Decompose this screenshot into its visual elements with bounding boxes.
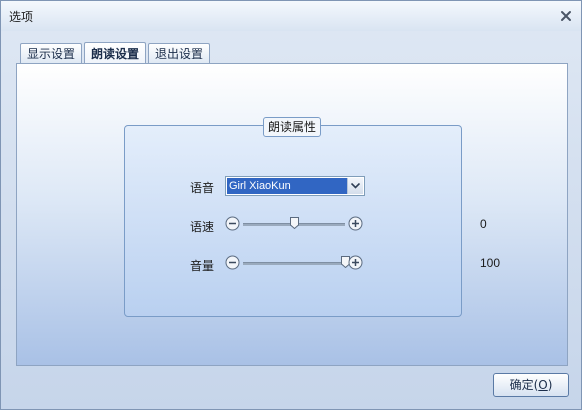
minus-circle-icon[interactable] bbox=[225, 255, 240, 270]
ok-mnemonic: O bbox=[538, 378, 548, 392]
title-bar: 选项 bbox=[1, 1, 581, 31]
group-title: 朗读属性 bbox=[263, 117, 322, 137]
tab-reading-settings[interactable]: 朗读设置 bbox=[84, 42, 147, 65]
speed-label: 语速 bbox=[190, 220, 215, 234]
minus-circle-icon[interactable] bbox=[225, 216, 240, 231]
voice-select-value: Girl XiaoKun bbox=[227, 178, 347, 194]
volume-value: 100 bbox=[480, 256, 501, 270]
speed-thumb[interactable] bbox=[290, 217, 299, 229]
tab-strip: 显示设置 朗读设置 退出设置 bbox=[20, 42, 212, 65]
tab-panel: 朗读属性 语音 Girl XiaoKun 语速 0 音量 100 bbox=[16, 63, 568, 366]
ok-button[interactable]: 确定(O) bbox=[493, 373, 569, 397]
voice-label: 语音 bbox=[190, 181, 215, 195]
ok-button-label: 确定 bbox=[509, 378, 534, 392]
chevron-down-icon[interactable] bbox=[347, 178, 363, 194]
ok-mnemonic-close: ) bbox=[547, 378, 553, 392]
voice-select[interactable]: Girl XiaoKun bbox=[225, 176, 365, 196]
plus-circle-icon[interactable] bbox=[348, 216, 363, 231]
options-dialog: 选项 显示设置 朗读设置 退出设置 朗读属性 语音 Girl XiaoKun 语… bbox=[0, 0, 582, 410]
tab-exit-settings[interactable]: 退出设置 bbox=[148, 43, 211, 64]
tab-display-settings[interactable]: 显示设置 bbox=[20, 43, 83, 64]
volume-track bbox=[243, 262, 345, 265]
speed-slider[interactable]: 0 bbox=[225, 215, 487, 233]
close-icon[interactable] bbox=[559, 9, 573, 23]
volume-slider[interactable]: 100 bbox=[225, 254, 500, 272]
reading-properties-group: 朗读属性 语音 Girl XiaoKun 语速 0 音量 100 bbox=[124, 117, 500, 317]
window-title: 选项 bbox=[9, 10, 34, 24]
speed-value: 0 bbox=[480, 217, 487, 231]
plus-circle-icon[interactable] bbox=[348, 255, 363, 270]
volume-label: 音量 bbox=[190, 259, 215, 273]
